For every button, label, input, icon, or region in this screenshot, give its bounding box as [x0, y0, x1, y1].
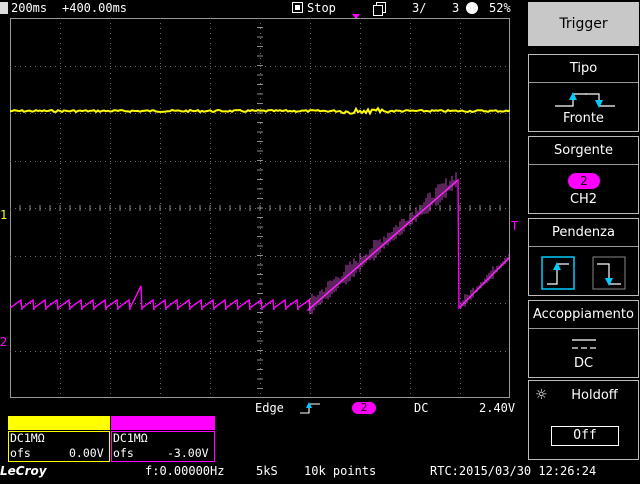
ch2-noise — [309, 172, 510, 315]
menu-item-pendenza-label: Pendenza — [552, 225, 615, 240]
ch2-settings-box: DC1MΩ ofs -3.00V — [111, 431, 215, 462]
run-state[interactable]: Stop — [307, 0, 336, 16]
holdoff-value[interactable]: Off — [551, 426, 619, 446]
menu-item-holdoff[interactable]: ☼ Holdoff Off — [528, 380, 639, 460]
slope-rise-fall-icon — [541, 256, 626, 290]
ch2-scale-box[interactable]: 2: 1.00V BW — [111, 416, 215, 468]
rtc-clock: RTC:2015/03/30 12:26:24 — [430, 464, 597, 478]
battery-level: 52% — [489, 1, 511, 15]
sample-rate: 5kS — [256, 464, 278, 478]
holdoff-icon: ☼ — [535, 387, 548, 403]
ch2-coupling: DC1MΩ — [113, 431, 148, 445]
source-badge: 2 — [568, 173, 600, 189]
waveform-display[interactable] — [10, 18, 510, 398]
record-length: 10k points — [304, 464, 377, 478]
menu-item-accoppiamento-value: DC — [573, 356, 594, 371]
menu-item-sorgente-value: CH2 — [569, 192, 598, 207]
ch1-offset: 0.00V — [69, 446, 104, 460]
brand-logo: LeCroy — [0, 464, 47, 478]
ch1-coupling: DC1MΩ — [10, 431, 45, 445]
dc-coupling-icon — [572, 339, 596, 349]
trigger-level-marker[interactable]: T — [511, 219, 518, 233]
trigger-coupling: DC — [414, 401, 429, 415]
page-icon — [373, 2, 386, 16]
menu-item-tipo[interactable]: Tipo Fronte — [528, 54, 639, 132]
edge-rise-fall-icon — [555, 92, 615, 108]
trigger-level: 2.40V — [479, 401, 516, 415]
ch1-ground-marker[interactable]: 1 — [0, 208, 7, 222]
ch2-ground-marker[interactable]: 2 — [0, 335, 7, 349]
trigger-mode: Edge — [255, 401, 284, 415]
rising-edge-icon — [300, 402, 320, 414]
graticule — [10, 18, 510, 398]
page-current: 3/ — [412, 1, 427, 15]
frequency-readout: f:0.00000Hz — [145, 464, 225, 478]
menu-item-tipo-value: Fronte — [563, 111, 604, 126]
menu-item-accoppiamento-label: Accoppiamento — [533, 307, 634, 322]
ch2-offset: -3.00V — [167, 446, 209, 460]
timebase-readout[interactable]: 200ms — [11, 0, 47, 16]
menu-item-tipo-label: Tipo — [569, 61, 598, 76]
menu-item-pendenza[interactable]: Pendenza — [528, 218, 639, 296]
ch1-ofs-label: ofs — [10, 446, 31, 460]
bottom-status-bar: LeCroy f:0.00000Hz 5kS 10k points RTC:20… — [0, 462, 640, 480]
delay-readout[interactable]: +400.00ms — [62, 0, 127, 16]
brightness-icon — [466, 2, 478, 14]
acquisition-indicator-icon — [0, 2, 8, 14]
stop-icon — [292, 2, 303, 13]
ch1-scale-box[interactable]: 1: 2.00V BW — [8, 416, 110, 468]
menu-item-sorgente-label: Sorgente — [554, 143, 613, 158]
menu-item-sorgente[interactable]: Sorgente 2 CH2 — [528, 136, 639, 214]
menu-item-holdoff-label: Holdoff — [571, 388, 618, 403]
ch1-settings-box: DC1MΩ ofs 0.00V — [8, 431, 110, 462]
menu-item-accoppiamento[interactable]: Accoppiamento DC — [528, 300, 639, 378]
ch2-ofs-label: ofs — [113, 446, 134, 460]
page-total: 3 — [452, 1, 460, 15]
trigger-menu-header[interactable]: Trigger — [528, 2, 639, 46]
trigger-source-badge: 2 — [352, 402, 376, 414]
status-bar: 200ms +400.00ms Stop 3/ 3 52% — [0, 0, 525, 19]
trigger-info-bar: Edge 2 DC 2.40V — [0, 400, 525, 416]
